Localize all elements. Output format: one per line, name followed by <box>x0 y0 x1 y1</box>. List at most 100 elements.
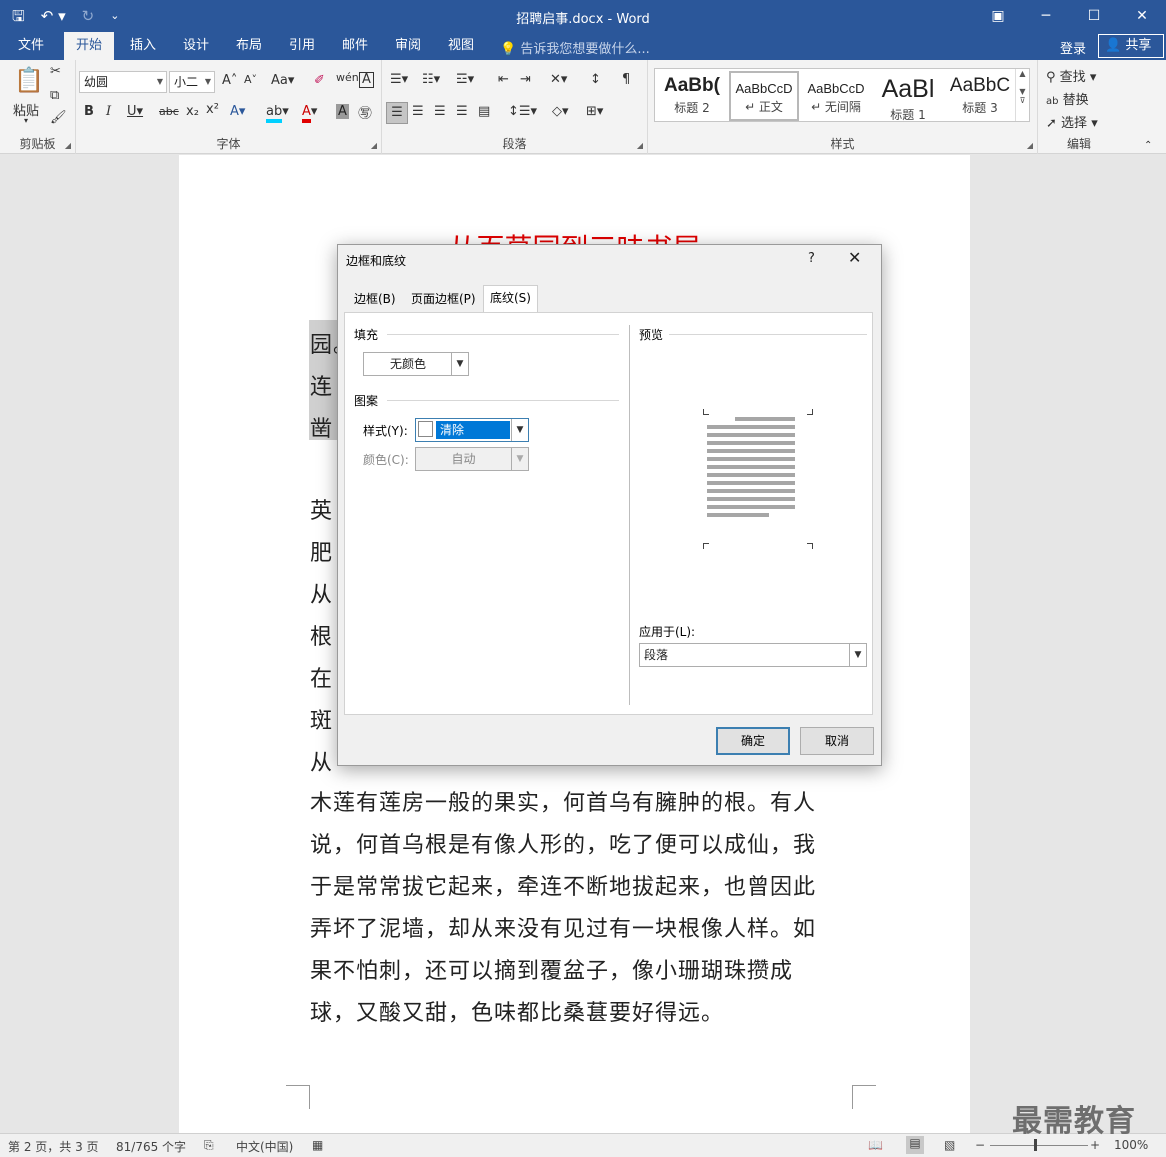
find-button[interactable]: ⚲ 查找 ▾ <box>1046 66 1096 85</box>
tab-home[interactable]: 开始 <box>64 32 115 60</box>
zoom-level[interactable]: 100% <box>1114 1138 1148 1152</box>
tab-review[interactable]: 审阅 <box>383 32 433 60</box>
tab-file[interactable]: 文件 <box>6 32 56 60</box>
share-button[interactable]: 👤 共享 <box>1098 34 1164 58</box>
bold-icon[interactable]: B <box>84 104 94 119</box>
pattern-style-combo[interactable]: 清除 ▼ <box>415 418 529 442</box>
minimize-button[interactable]: ─ <box>1022 0 1070 32</box>
enclose-characters-icon[interactable]: ㊢ <box>358 103 372 123</box>
fill-color-combo[interactable]: 无颜色 ▼ <box>363 352 469 376</box>
paste-icon[interactable]: 📋 <box>14 66 44 94</box>
distributed-icon[interactable]: ▤ <box>478 104 490 119</box>
ok-button[interactable]: 确定 <box>716 727 790 755</box>
sort-icon[interactable]: ↕ <box>590 72 601 87</box>
tab-insert[interactable]: 插入 <box>118 32 168 60</box>
web-layout-icon[interactable]: ▧ <box>944 1138 955 1152</box>
font-size-combo[interactable]: 小二 ▼ <box>169 71 215 93</box>
tab-design[interactable]: 设计 <box>171 32 221 60</box>
font-size-value: 小二 <box>174 75 199 89</box>
show-marks-icon[interactable]: ¶ <box>622 72 630 87</box>
font-name-value: 幼圆 <box>84 75 109 89</box>
phonetic-guide-icon[interactable]: wén <box>336 71 359 84</box>
zoom-out-icon[interactable]: − <box>975 1138 985 1152</box>
text-effects-icon[interactable]: A▾ <box>230 104 245 119</box>
help-button[interactable]: ? <box>808 251 815 266</box>
word-count[interactable]: 81/765 个字 <box>116 1138 186 1155</box>
collapse-ribbon-icon[interactable]: ⌃ <box>1144 140 1152 151</box>
font-name-combo[interactable]: 幼圆 ▼ <box>79 71 167 93</box>
cut-icon[interactable]: ✂ <box>50 64 61 79</box>
style-heading-2[interactable]: AaBb(标题 2 <box>657 71 727 121</box>
tab-references[interactable]: 引用 <box>277 32 327 60</box>
line-spacing-icon[interactable]: ↕☰▾ <box>508 104 537 119</box>
tab-shading[interactable]: 底纹(S) <box>483 285 538 313</box>
numbering-icon[interactable]: ☷▾ <box>422 72 440 87</box>
borders-icon[interactable]: ⊞▾ <box>586 104 603 119</box>
align-left-icon[interactable]: ☰ <box>386 102 408 124</box>
multilevel-list-icon[interactable]: ☲▾ <box>456 72 474 87</box>
character-border-icon[interactable]: A <box>359 72 374 88</box>
login-link[interactable]: 登录 <box>1060 38 1086 57</box>
justify-icon[interactable]: ☰ <box>456 104 468 119</box>
align-right-icon[interactable]: ☰ <box>434 104 446 119</box>
maximize-button[interactable]: ☐ <box>1070 0 1118 32</box>
decrease-indent-icon[interactable]: ⇤ <box>498 72 509 87</box>
tab-layout[interactable]: 布局 <box>224 32 274 60</box>
subscript-icon[interactable]: x₂ <box>186 104 199 119</box>
proofing-icon[interactable]: ⎘ <box>204 1138 214 1153</box>
underline-icon[interactable]: U▾ <box>127 104 143 119</box>
styles-scroll[interactable]: ▲ ▼ ⊽ <box>1015 69 1029 121</box>
bullets-icon[interactable]: ☰▾ <box>390 72 408 87</box>
superscript-icon[interactable]: x² <box>206 102 219 117</box>
character-shading-icon[interactable]: A <box>336 104 349 119</box>
text-fragment: 从 <box>310 583 334 608</box>
preview-corner <box>807 409 813 415</box>
styles-launcher-icon[interactable]: ◢ <box>1027 141 1033 150</box>
clear-formatting-icon[interactable]: ✐ <box>314 73 325 88</box>
highlight-icon[interactable]: ab▾ <box>266 104 289 123</box>
clipboard-launcher-icon[interactable]: ◢ <box>65 141 71 150</box>
page-count[interactable]: 第 2 页，共 3 页 <box>8 1138 99 1155</box>
text-fragment: 英 <box>310 499 334 524</box>
style-heading-3[interactable]: AaBbC 标题 3 <box>945 71 1015 121</box>
ribbon-display-icon[interactable]: ▣ <box>974 0 1022 32</box>
style-heading-1[interactable]: AaBl 标题 1 <box>873 71 943 122</box>
shading-icon[interactable]: ◇▾ <box>552 104 569 119</box>
style-no-spacing[interactable]: AaBbCcD ↵ 无间隔 <box>801 71 871 121</box>
select-button[interactable]: ➚ 选择 ▾ <box>1046 112 1098 131</box>
strikethrough-icon[interactable]: abc <box>159 105 179 118</box>
font-color-icon[interactable]: A▾ <box>302 104 317 123</box>
font-launcher-icon[interactable]: ◢ <box>371 141 377 150</box>
apply-to-combo[interactable]: 段落 ▼ <box>639 643 867 667</box>
style-normal[interactable]: AaBbCcD ↵ 正文 <box>729 71 799 121</box>
tab-borders[interactable]: 边框(B) <box>348 287 402 312</box>
zoom-slider[interactable] <box>990 1145 1088 1146</box>
replace-button[interactable]: ab 替换 <box>1046 89 1089 108</box>
chinese-layout-icon[interactable]: ✕▾ <box>550 72 567 87</box>
paragraph-launcher-icon[interactable]: ◢ <box>637 141 643 150</box>
tab-page-border[interactable]: 页面边框(P) <box>405 287 482 312</box>
format-painter-icon[interactable]: 🖌 <box>50 110 67 125</box>
shrink-font-icon[interactable]: A˅ <box>244 73 257 86</box>
paragraph-line: 弄坏了泥墙，却从来没有见过有一块根像人样。如 <box>310 917 817 942</box>
zoom-in-icon[interactable]: + <box>1090 1138 1100 1152</box>
paste-dropdown-icon[interactable]: ▾ <box>24 116 28 125</box>
read-mode-icon[interactable]: 📖 <box>868 1138 883 1152</box>
pattern-color-combo[interactable]: 自动 ▼ <box>415 447 529 471</box>
increase-indent-icon[interactable]: ⇥ <box>520 72 531 87</box>
macro-icon[interactable]: ▦ <box>312 1138 323 1152</box>
align-center-icon[interactable]: ☰ <box>412 104 424 119</box>
change-case-icon[interactable]: Aa▾ <box>271 73 294 88</box>
print-layout-icon[interactable]: ▤ <box>906 1136 924 1154</box>
tab-view[interactable]: 视图 <box>436 32 486 60</box>
copy-icon[interactable]: ⧉ <box>50 88 59 103</box>
tab-mailings[interactable]: 邮件 <box>330 32 380 60</box>
italic-icon[interactable]: I <box>106 104 111 119</box>
cancel-button[interactable]: 取消 <box>800 727 874 755</box>
language[interactable]: 中文(中国) <box>236 1138 293 1155</box>
close-button[interactable]: ✕ <box>1118 0 1166 32</box>
tell-me-search[interactable]: 💡 告诉我您想要做什么... <box>500 38 650 57</box>
grow-font-icon[interactable]: A˄ <box>222 73 237 88</box>
dialog-close-icon[interactable]: ✕ <box>848 248 861 267</box>
zoom-slider-thumb[interactable] <box>1034 1139 1037 1151</box>
